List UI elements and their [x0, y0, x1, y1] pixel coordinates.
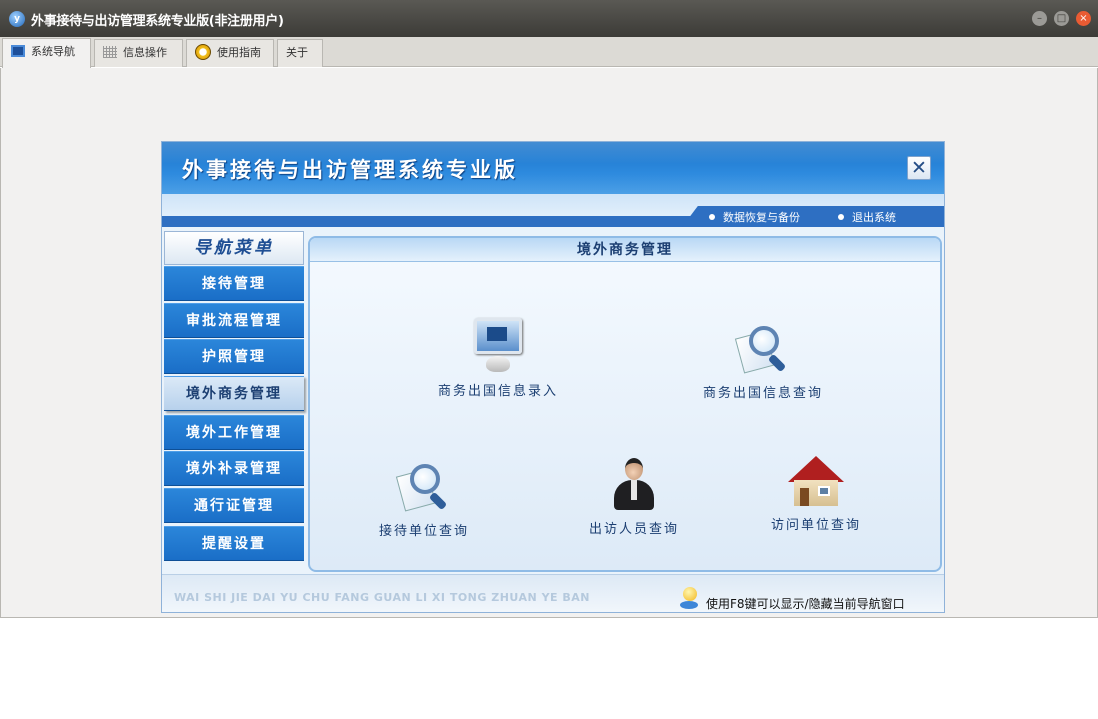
tab-about[interactable]: 关于: [277, 39, 323, 67]
tab-label: 系统导航: [31, 45, 75, 58]
maximize-button[interactable]: □: [1054, 11, 1069, 26]
tab-user-guide[interactable]: 使用指南: [186, 39, 274, 67]
tab-bar: 系统导航 信息操作 使用指南 关于: [0, 37, 1098, 68]
function-label: 商务出国信息录入: [437, 384, 558, 399]
content-title: 境外商务管理: [577, 242, 673, 258]
person-icon: [612, 456, 656, 512]
nav-item-approval-flow[interactable]: 审批流程管理: [164, 303, 304, 338]
exit-system-label: 退出系统: [852, 211, 896, 224]
footer-tip-text: 使用F8键可以显示/隐藏当前导航窗口: [706, 597, 905, 611]
panel-header: 外事接待与出访管理系统专业版 ✕: [162, 142, 944, 194]
nav-item-reminder-settings[interactable]: 提醒设置: [164, 526, 304, 561]
app-icon: y: [9, 11, 25, 27]
navigation-panel: 外事接待与出访管理系统专业版 ✕ 数据恢复与备份 退出系统 导航菜单 接待管理 …: [161, 141, 945, 613]
bullet-icon: [838, 214, 844, 220]
function-label: 商务出国信息查询: [702, 386, 823, 401]
help-ring-icon: [195, 44, 211, 60]
nav-menu-heading: 导航菜单: [164, 231, 304, 265]
exit-system-link[interactable]: 退出系统: [838, 209, 896, 225]
business-entry-function[interactable]: 商务出国信息录入: [428, 318, 568, 399]
panel-close-button[interactable]: ✕: [907, 156, 931, 180]
function-label: 访问单位查询: [770, 518, 861, 533]
monitor-icon: [11, 45, 25, 57]
visited-unit-query-function[interactable]: 访问单位查询: [746, 456, 886, 533]
panel-subbar: 数据恢复与备份 退出系统: [162, 194, 944, 227]
tab-label: 信息操作: [123, 46, 167, 59]
tab-label: 关于: [286, 46, 308, 59]
monitor-icon: [472, 318, 524, 374]
nav-item-overseas-supplement[interactable]: 境外补录管理: [164, 451, 304, 486]
window-title: 外事接待与出访管理系统专业版(非注册用户): [31, 14, 284, 29]
nav-item-passport[interactable]: 护照管理: [164, 339, 304, 374]
data-backup-label: 数据恢复与备份: [723, 211, 800, 224]
content-area: 境外商务管理 商务出国信息录入 商务出国信息查询 接待单位查询 出访人员查询 访…: [308, 236, 942, 572]
window-titlebar: y 外事接待与出访管理系统专业版(非注册用户) – □ ×: [0, 0, 1098, 37]
nav-item-reception[interactable]: 接待管理: [164, 266, 304, 301]
content-title-bar: 境外商务管理: [310, 238, 940, 262]
bullet-icon: [709, 214, 715, 220]
tab-label: 使用指南: [217, 46, 261, 59]
grid-icon: [103, 46, 117, 58]
tab-system-navigation[interactable]: 系统导航: [2, 38, 91, 68]
visiting-staff-query-function[interactable]: 出访人员查询: [564, 456, 704, 537]
business-query-function[interactable]: 商务出国信息查询: [693, 324, 833, 401]
reception-unit-query-function[interactable]: 接待单位查询: [354, 462, 494, 539]
data-backup-link[interactable]: 数据恢复与备份: [709, 209, 800, 225]
tab-info-operations[interactable]: 信息操作: [94, 39, 183, 67]
nav-item-pass-permit[interactable]: 通行证管理: [164, 488, 304, 523]
close-window-button[interactable]: ×: [1076, 11, 1091, 26]
function-label: 出访人员查询: [588, 522, 679, 537]
nav-item-overseas-work[interactable]: 境外工作管理: [164, 415, 304, 450]
minimize-button[interactable]: –: [1032, 11, 1047, 26]
house-icon: [788, 456, 844, 508]
panel-footer: WAI SHI JIE DAI YU CHU FANG GUAN LI XI T…: [162, 574, 944, 612]
lightbulb-icon: [680, 587, 698, 609]
panel-title: 外事接待与出访管理系统专业版: [182, 158, 518, 182]
function-label: 接待单位查询: [378, 524, 469, 539]
magnifier-icon: [734, 324, 789, 376]
magnifier-icon: [395, 462, 450, 514]
nav-item-overseas-business[interactable]: 境外商务管理: [164, 376, 304, 411]
footer-pinyin-text: WAI SHI JIE DAI YU CHU FANG GUAN LI XI T…: [174, 591, 590, 604]
